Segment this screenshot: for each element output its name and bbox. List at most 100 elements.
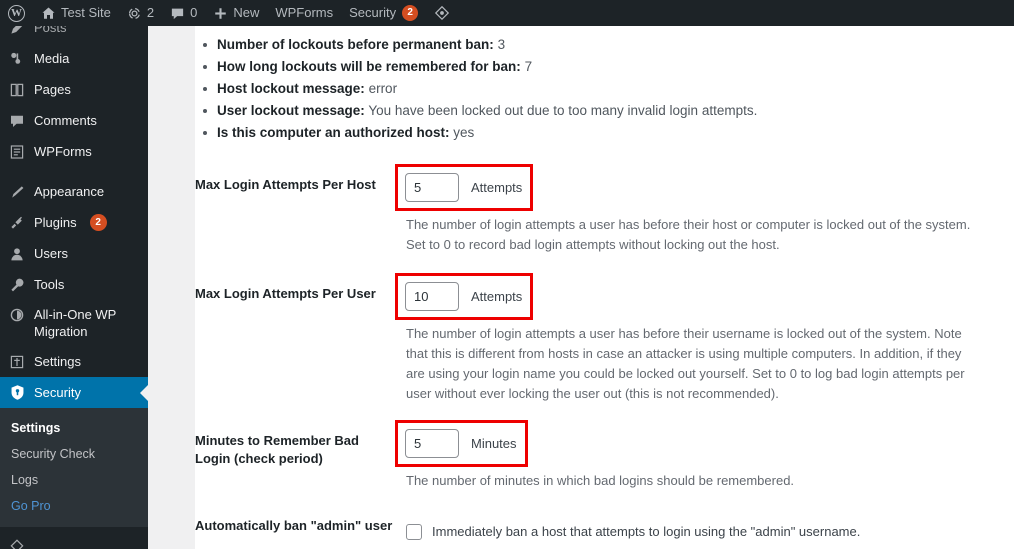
- summary-label: User lockout message:: [217, 103, 365, 118]
- field-label-minutes-to-remember: Minutes to Remember Bad Login (check per…: [195, 433, 359, 466]
- max-login-attempts-per-host-input[interactable]: [405, 173, 459, 202]
- sidebar-label-posts: Posts: [34, 26, 67, 35]
- sidebar-item-appearance[interactable]: Appearance: [0, 176, 148, 207]
- sidebar-item-users[interactable]: Users: [0, 238, 148, 269]
- field-control-group: Attempts The number of login attempts a …: [395, 273, 1014, 404]
- shield-icon: [0, 384, 34, 401]
- field-control-group: Immediately ban a host that attempts to …: [395, 509, 1014, 541]
- comments-count: 0: [190, 5, 198, 20]
- wordpress-logo-icon: W: [8, 4, 25, 22]
- highlight-box-host-attempts: Attempts: [395, 164, 534, 211]
- sidebar-item-comments[interactable]: Comments: [0, 105, 148, 136]
- summary-item: User lockout message: You have been lock…: [195, 100, 1014, 121]
- field-control-group: Attempts The number of login attempts a …: [395, 164, 1014, 255]
- summary-value: yes: [453, 125, 475, 140]
- home-icon: [41, 6, 56, 21]
- sidebar-label-security: Security: [34, 385, 81, 400]
- pin-icon: [0, 26, 34, 36]
- sidebar-separator-1: [0, 167, 148, 176]
- summary-value: 3: [497, 37, 506, 52]
- summary-value: 7: [524, 59, 533, 74]
- adminbar-comments[interactable]: 0: [162, 0, 205, 26]
- summary-label: Number of lockouts before permanent ban:: [217, 37, 494, 52]
- highlight-box-user-attempts: Attempts: [395, 273, 534, 320]
- settings-sliders-icon: [0, 354, 34, 370]
- field-label-max-login-attempts-per-host: Max Login Attempts Per Host: [195, 177, 376, 192]
- updates-icon: [127, 6, 142, 21]
- diamond-icon: [434, 5, 450, 21]
- sidebar-label-tools: Tools: [34, 277, 65, 292]
- sidebar-item-pages[interactable]: Pages: [0, 74, 148, 105]
- unit-label-attempts: Attempts: [471, 180, 523, 195]
- adminbar-wp-logo[interactable]: W: [0, 0, 33, 26]
- field-row-automatically-ban-admin: Automatically ban "admin" user Immediate…: [195, 509, 1014, 541]
- field-row-minutes-to-remember-bad-login: Minutes to Remember Bad Login (check per…: [195, 420, 1014, 491]
- sidebar-item-all-in-one-wp-migration[interactable]: All-in-One WP Migration: [0, 300, 148, 346]
- sidebar-label-comments: Comments: [34, 113, 97, 128]
- sidebar-item-posts[interactable]: Posts: [0, 26, 148, 43]
- sidebar-item-media[interactable]: Media: [0, 43, 148, 74]
- wpforms-icon: [0, 144, 34, 160]
- adminbar-extra[interactable]: [426, 0, 463, 26]
- sidebar-item-tools[interactable]: Tools: [0, 269, 148, 300]
- minutes-to-remember-bad-login-input[interactable]: [405, 429, 459, 458]
- field-row-max-login-attempts-per-user: Max Login Attempts Per User Attempts The…: [195, 273, 1014, 404]
- summary-value: You have been locked out due to too many…: [368, 103, 758, 118]
- submenu-item-logs[interactable]: Logs: [0, 467, 148, 493]
- paintbrush-icon: [0, 184, 34, 200]
- sidebar-item-settings[interactable]: Settings: [0, 346, 148, 377]
- adminbar-site-name[interactable]: Test Site: [33, 0, 119, 26]
- security-submenu: Settings Security Check Logs Go Pro: [0, 408, 148, 527]
- summary-value: error: [368, 81, 398, 96]
- summary-label: Is this computer an authorized host:: [217, 125, 450, 140]
- highlight-box-minutes: Minutes: [395, 420, 528, 467]
- sidebar-item-security[interactable]: Security: [0, 377, 148, 408]
- sidebar-label-appearance: Appearance: [34, 184, 105, 199]
- field-row-max-login-attempts-per-host: Max Login Attempts Per Host Attempts The…: [195, 164, 1014, 255]
- field-label-max-login-attempts-per-user: Max Login Attempts Per User: [195, 286, 376, 301]
- sidebar-label-migration: All-in-One WP Migration: [34, 307, 117, 339]
- migration-icon: [0, 306, 34, 323]
- adminbar-new[interactable]: New: [205, 0, 267, 26]
- diamond-icon: [0, 538, 34, 549]
- admin-sidebar: Posts Media Pages Comments WPForms Appea…: [0, 26, 148, 549]
- comment-bubble-icon: [170, 6, 185, 21]
- submenu-item-security-check[interactable]: Security Check: [0, 441, 148, 467]
- sidebar-label-pages: Pages: [34, 82, 71, 97]
- new-label: New: [233, 5, 260, 20]
- sidebar-plugins-badge: 2: [89, 214, 107, 231]
- unit-label-attempts: Attempts: [471, 289, 523, 304]
- content-gutter: [148, 26, 195, 549]
- sidebar-item-plugins[interactable]: Plugins 2: [0, 207, 148, 238]
- automatically-ban-admin-checkbox[interactable]: [406, 524, 422, 540]
- comment-bubble-icon: [0, 113, 34, 129]
- site-name-label: Test Site: [61, 5, 111, 20]
- sidebar-item-wpforms[interactable]: WPForms: [0, 136, 148, 167]
- submenu-item-go-pro[interactable]: Go Pro: [0, 493, 148, 519]
- summary-item: How long lockouts will be remembered for…: [195, 56, 1014, 77]
- updates-count: 2: [146, 5, 155, 20]
- checkbox-description: Immediately ban a host that attempts to …: [432, 524, 861, 539]
- summary-label: Host lockout message:: [217, 81, 365, 96]
- summary-item: Number of lockouts before permanent ban:…: [195, 34, 1014, 55]
- plus-icon: [213, 6, 228, 21]
- sidebar-label-plugins: Plugins: [34, 215, 77, 230]
- field-control-group: Minutes The number of minutes in which b…: [395, 420, 1014, 491]
- user-icon: [0, 246, 34, 262]
- adminbar-security[interactable]: Security 2: [341, 0, 426, 26]
- max-login-attempts-per-user-input[interactable]: [405, 282, 459, 311]
- submenu-item-settings[interactable]: Settings: [0, 415, 148, 441]
- main-content: Number of lockouts before permanent ban:…: [195, 26, 1014, 549]
- media-icon: [0, 51, 34, 67]
- wpforms-label: WPForms: [275, 5, 334, 20]
- adminbar-updates[interactable]: 2: [119, 0, 162, 26]
- summary-item: Host lockout message: error: [195, 78, 1014, 99]
- field-label-automatically-ban-admin: Automatically ban "admin" user: [195, 518, 393, 533]
- sidebar-item-clipped[interactable]: [0, 530, 148, 549]
- adminbar-wpforms[interactable]: WPForms: [267, 0, 341, 26]
- plug-icon: [0, 215, 34, 231]
- pages-icon: [0, 82, 34, 98]
- unit-label-minutes: Minutes: [471, 436, 517, 451]
- field-description-minutes: The number of minutes in which bad login…: [406, 473, 795, 488]
- sidebar-label-wpforms: WPForms: [34, 144, 92, 159]
